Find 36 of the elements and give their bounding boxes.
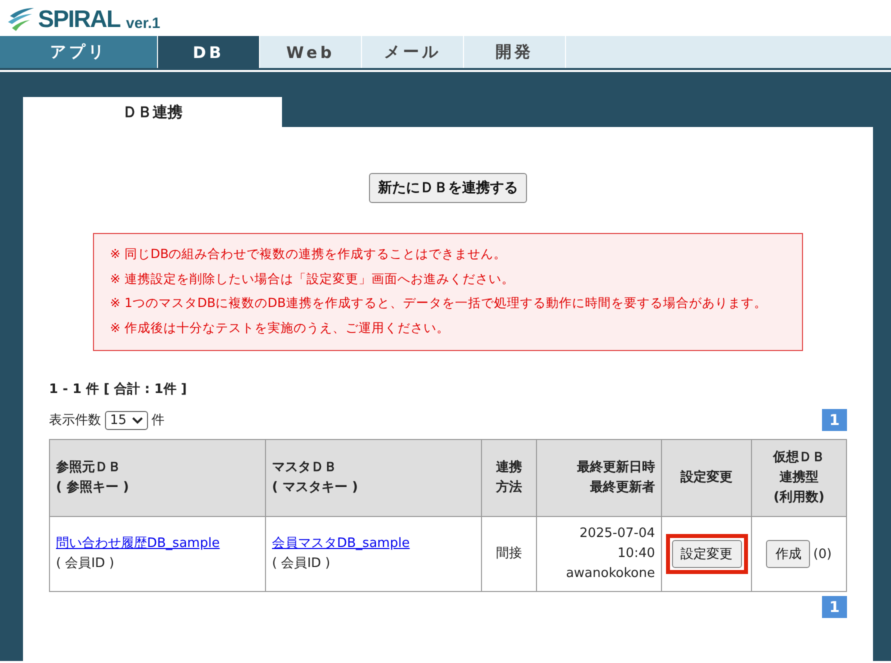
- result-count: 1 - 1 件 [ 合計 : 1件 ]: [49, 380, 188, 398]
- unit-label: 件: [152, 412, 165, 429]
- timestamp-text: 10:40: [616, 545, 655, 563]
- db-link[interactable]: 問い合わせ履歴DB_sample: [56, 536, 220, 551]
- db-link[interactable]: 会員マスタDB_sample: [272, 536, 410, 551]
- nav-tab[interactable]: DB: [158, 36, 260, 68]
- method-text: 間接: [496, 546, 522, 561]
- nav-tab[interactable]: 開発: [464, 36, 566, 68]
- key-text: ( 会員ID ): [56, 555, 116, 573]
- nav-tab[interactable]: Web: [260, 36, 362, 68]
- page-size-label: 表示件数: [49, 412, 101, 429]
- nav-tab[interactable]: メール: [362, 36, 464, 68]
- timestamp-text: 2025-07-04: [578, 525, 655, 543]
- column-header: マスタＤＢ ( マスタキー ): [266, 440, 482, 516]
- notice-text: ※ 作成後は十分なテストを実施のうえ、ご運用ください。: [110, 318, 450, 336]
- column-header: 設定変更: [662, 440, 752, 516]
- add-db-link-button[interactable]: 新たにＤＢを連携する: [369, 173, 527, 203]
- column-header: 最終更新日時 最終更新者: [536, 440, 662, 516]
- panel-tab[interactable]: ＤＢ連携: [23, 97, 282, 127]
- column-header: 参照元ＤＢ ( 参照キー ): [50, 440, 266, 516]
- settings-button[interactable]: 設定変更: [672, 540, 742, 568]
- notice-text: ※ 同じDBの組み合わせで複数の連携を作成することはできません。: [110, 245, 508, 263]
- nav-tab[interactable]: アプリ: [0, 36, 158, 68]
- chevron-down-icon: [132, 416, 143, 424]
- page-size-select[interactable]: 15: [105, 410, 148, 430]
- create-button[interactable]: 作成: [766, 540, 810, 568]
- version-text: ver.1: [126, 16, 160, 32]
- column-header: 仮想ＤＢ 連携型 (利用数): [752, 440, 846, 516]
- key-text: ( 会員ID ): [272, 555, 332, 573]
- updater-text: awanokokone: [564, 565, 655, 583]
- notice-text: ※ 連携設定を削除したい場合は「設定変更」画面へお進みください。: [110, 270, 516, 288]
- usage-count: (0): [813, 547, 832, 562]
- swirl-logo-icon: [6, 6, 36, 32]
- notice-text: ※ 1つのマスタDBに複数のDB連携を作成すると、データを一括で処理する動作に時間を要する場合があります。: [110, 294, 768, 312]
- logo-text: SPIRAL: [38, 8, 120, 32]
- column-header: 連携 方法: [482, 440, 536, 516]
